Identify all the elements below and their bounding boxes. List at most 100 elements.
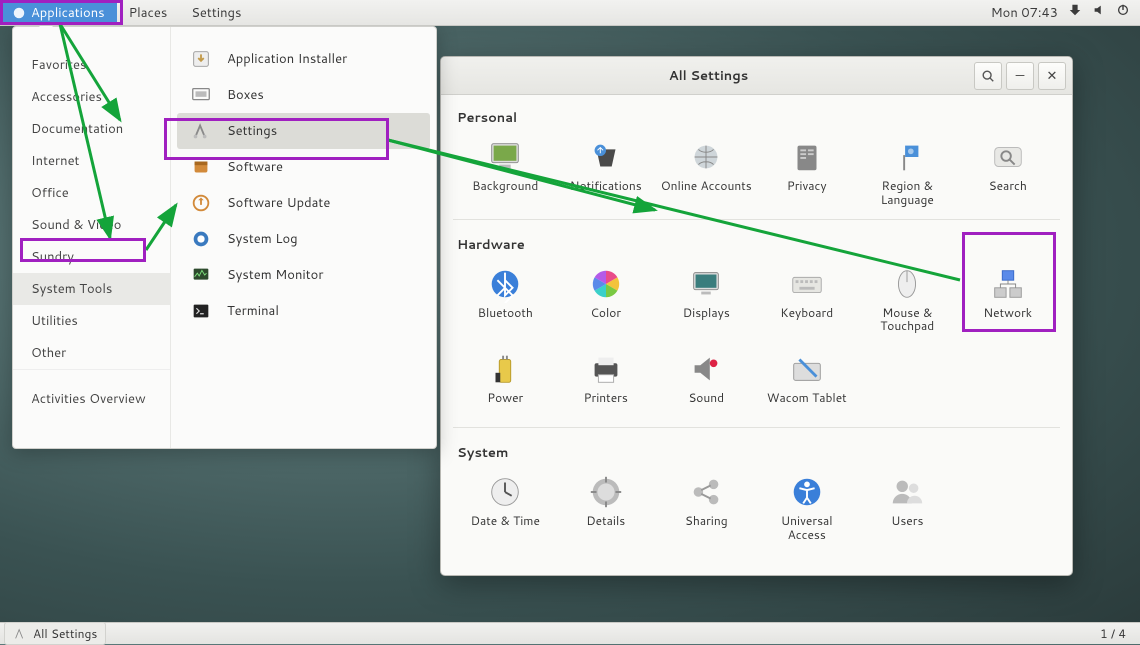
task-all-settings[interactable]: All Settings xyxy=(4,622,106,645)
app-item-software[interactable]: Software xyxy=(177,149,430,185)
workspace-pager[interactable]: 1 / 4 xyxy=(1090,625,1136,642)
tile-sound[interactable]: Sound xyxy=(658,343,755,423)
tile-label: Network xyxy=(983,306,1032,320)
tile-notifications[interactable]: Notifications xyxy=(558,131,655,215)
tile-label: Color xyxy=(590,306,621,320)
titlebar[interactable]: All Settings — ✕ xyxy=(441,57,1072,95)
tile-universal-access[interactable]: Universal Access xyxy=(759,466,856,550)
tile-background[interactable]: Background xyxy=(457,131,554,215)
cat-utilities[interactable]: Utilities xyxy=(13,305,170,337)
cat-office[interactable]: Office xyxy=(13,177,170,209)
tile-label: Notifications xyxy=(570,179,642,193)
tile-wacom[interactable]: Wacom Tablet xyxy=(759,343,856,423)
section-personal: Personal xyxy=(457,99,1056,131)
app-item-system-log[interactable]: System Log xyxy=(177,221,430,257)
cat-documentation[interactable]: Documentation xyxy=(13,113,170,145)
users-icon xyxy=(887,472,927,512)
tile-users[interactable]: Users xyxy=(859,466,956,550)
tile-label: Online Accounts xyxy=(661,179,752,193)
tile-color[interactable]: Color xyxy=(558,258,655,342)
app-item-app-installer[interactable]: Application Installer xyxy=(177,41,430,77)
app-item-label: Application Installer xyxy=(227,50,347,68)
tile-displays[interactable]: Displays xyxy=(658,258,755,342)
tile-sharing[interactable]: Sharing xyxy=(658,466,755,550)
terminal-icon xyxy=(189,299,213,323)
cat-sound-video[interactable]: Sound & Video xyxy=(13,209,170,241)
app-item-system-monitor[interactable]: System Monitor xyxy=(177,257,430,293)
app-item-software-update[interactable]: Software Update xyxy=(177,185,430,221)
cat-label: Sundry xyxy=(31,248,74,266)
cat-label: Documentation xyxy=(31,120,123,138)
tile-region-language[interactable]: Region & Language xyxy=(859,131,956,215)
keyboard-icon xyxy=(787,264,827,304)
tile-label: Background xyxy=(472,179,538,193)
cat-favorites[interactable]: Favorites xyxy=(13,49,170,81)
cat-other[interactable]: Other xyxy=(13,337,170,369)
wacom-icon xyxy=(787,349,827,389)
app-item-terminal[interactable]: Terminal xyxy=(177,293,430,329)
cat-label: Sound & Video xyxy=(31,216,121,234)
menu-settings[interactable]: Settings xyxy=(179,0,253,25)
log-icon xyxy=(189,227,213,251)
tile-date-time[interactable]: Date & Time xyxy=(457,466,554,550)
tile-keyboard[interactable]: Keyboard xyxy=(759,258,856,342)
power-tray-icon[interactable] xyxy=(1116,3,1130,22)
tile-search[interactable]: Search xyxy=(960,131,1057,215)
tile-label: Universal Access xyxy=(761,514,854,542)
search-button[interactable] xyxy=(974,62,1002,90)
app-item-label: Software xyxy=(227,158,283,176)
menu-applications[interactable]: Applications xyxy=(0,0,117,25)
tile-label: Date & Time xyxy=(471,514,540,528)
app-menu-items: Application Installer Boxes Settings Sof… xyxy=(171,27,436,448)
tile-mouse-touchpad[interactable]: Mouse & Touchpad xyxy=(859,258,956,342)
tile-label: Power xyxy=(487,391,523,405)
tile-printers[interactable]: Printers xyxy=(558,343,655,423)
close-button[interactable]: ✕ xyxy=(1038,62,1066,90)
cat-system-tools[interactable]: System Tools xyxy=(13,273,170,305)
menu-applications-label: Applications xyxy=(31,4,105,22)
app-item-label: Boxes xyxy=(227,86,264,104)
sharing-icon xyxy=(686,472,726,512)
cat-label: System Tools xyxy=(31,280,112,298)
foot-icon xyxy=(12,6,26,20)
tile-bluetooth[interactable]: Bluetooth xyxy=(457,258,554,342)
activities-overview[interactable]: Activities Overview xyxy=(13,369,170,430)
window-body: Personal Background Notifications Online… xyxy=(441,95,1072,575)
system-tray: Mon 07:43 xyxy=(991,3,1140,22)
tile-label: Users xyxy=(891,514,923,528)
cat-internet[interactable]: Internet xyxy=(13,145,170,177)
software-icon xyxy=(189,155,213,179)
network-tray-icon[interactable] xyxy=(1068,3,1082,22)
tile-online-accounts[interactable]: Online Accounts xyxy=(658,131,755,215)
mouse-icon xyxy=(887,264,927,304)
online-accounts-icon xyxy=(686,137,726,177)
app-item-boxes[interactable]: Boxes xyxy=(177,77,430,113)
privacy-icon xyxy=(787,137,827,177)
tile-network[interactable]: Network xyxy=(960,258,1057,342)
tile-details[interactable]: Details xyxy=(558,466,655,550)
volume-tray-icon[interactable] xyxy=(1092,3,1106,22)
tile-privacy[interactable]: Privacy xyxy=(759,131,856,215)
cat-label: Other xyxy=(31,344,66,362)
applications-menu-popup: Favorites Accessories Documentation Inte… xyxy=(12,26,437,449)
bottom-taskbar: All Settings 1 / 4 xyxy=(0,622,1140,644)
cat-accessories[interactable]: Accessories xyxy=(13,81,170,113)
displays-icon xyxy=(686,264,726,304)
tile-label: Region & Language xyxy=(861,179,954,207)
tile-label: Search xyxy=(989,179,1027,193)
universal-access-icon xyxy=(787,472,827,512)
color-icon xyxy=(586,264,626,304)
menu-places[interactable]: Places xyxy=(117,0,180,25)
minimize-button[interactable]: — xyxy=(1006,62,1034,90)
settings-window: All Settings — ✕ Personal Background Not… xyxy=(440,56,1073,576)
cat-sundry[interactable]: Sundry xyxy=(13,241,170,273)
cat-label: Favorites xyxy=(31,56,86,74)
search-tile-icon xyxy=(988,137,1028,177)
tile-power[interactable]: Power xyxy=(457,343,554,423)
tile-label: Mouse & Touchpad xyxy=(861,306,954,334)
activities-label: Activities Overview xyxy=(31,390,146,408)
app-item-settings[interactable]: Settings xyxy=(177,113,430,149)
cat-label: Accessories xyxy=(31,88,102,106)
network-icon xyxy=(988,264,1028,304)
top-panel: Applications Places Settings Mon 07:43 xyxy=(0,0,1140,26)
